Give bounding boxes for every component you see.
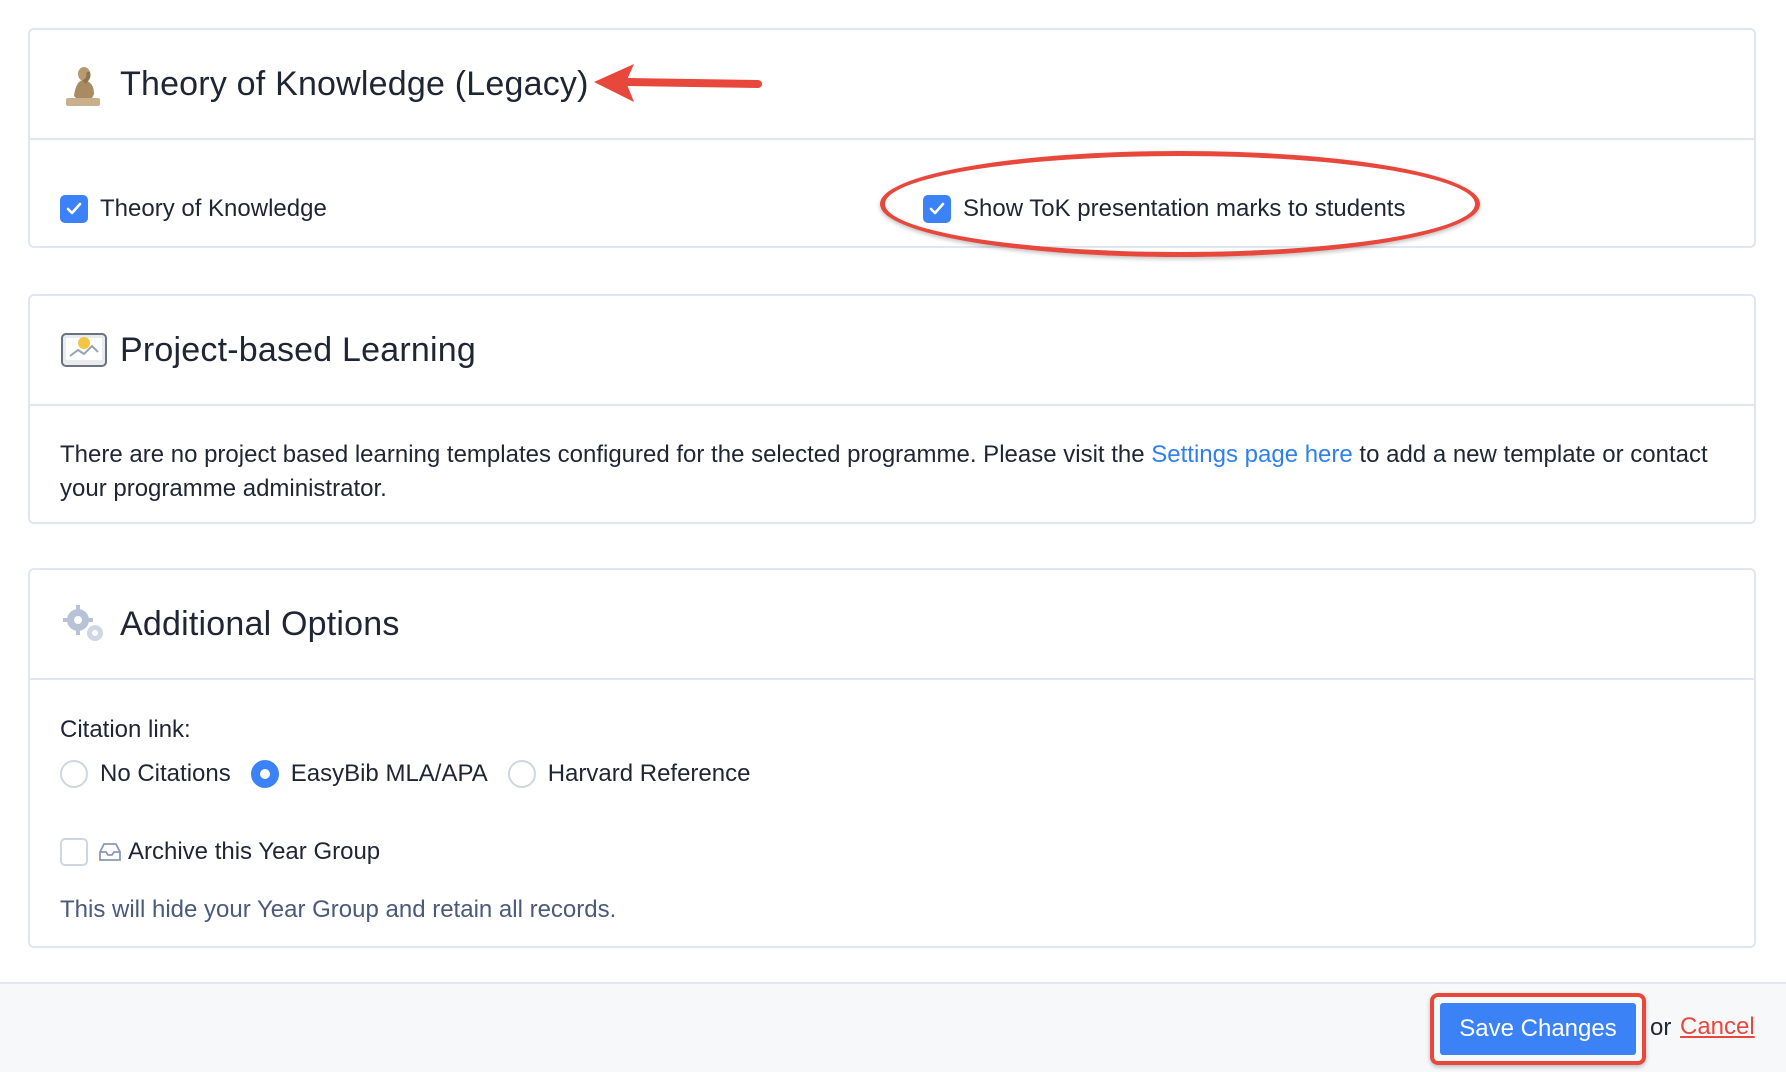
tok-checkbox-label: Theory of Knowledge [100, 195, 327, 222]
tok-panel-header: Theory of Knowledge (Legacy) [30, 30, 1754, 140]
citation-options: No Citations EasyBib MLA/APA Harvard Ref… [60, 760, 750, 788]
annotation-arrow-icon [594, 64, 762, 102]
citation-link-label: Citation link: [60, 716, 191, 743]
cancel-link[interactable]: Cancel [1680, 1013, 1755, 1041]
pbl-panel-header: Project-based Learning [30, 296, 1754, 406]
gears-icon [60, 600, 108, 648]
tok-checkbox-row[interactable]: Theory of Knowledge [60, 195, 327, 223]
save-annotation-box: Save Changes [1430, 993, 1646, 1065]
annotation-ring [880, 151, 1480, 257]
radio-selected-dot [259, 769, 270, 779]
radio-no-citations[interactable] [60, 760, 88, 788]
save-changes-button[interactable]: Save Changes [1440, 1003, 1636, 1055]
thinker-statue-icon [60, 60, 108, 108]
archive-checkbox[interactable] [60, 838, 88, 866]
radio-harvard-label: Harvard Reference [547, 760, 751, 787]
checkmark-icon [66, 202, 82, 215]
additional-options-title: Additional Options [120, 604, 400, 643]
radio-easybib-label: EasyBib MLA/APA [290, 760, 488, 787]
radio-easybib[interactable] [250, 760, 279, 788]
radio-no-citations-label: No Citations [100, 760, 231, 787]
archive-tray-icon [98, 842, 122, 862]
archive-help-text: This will hide your Year Group and retai… [60, 896, 617, 923]
pbl-panel-title: Project-based Learning [120, 330, 476, 369]
additional-options-header: Additional Options [30, 570, 1754, 680]
archive-label: Archive this Year Group [128, 838, 381, 865]
radio-harvard[interactable] [507, 760, 536, 788]
pbl-message-text-before: There are no project based learning temp… [60, 441, 1152, 468]
tok-panel-title: Theory of Knowledge (Legacy) [120, 64, 589, 103]
or-text: or [1650, 1014, 1672, 1041]
pbl-panel: Project-based Learning There are no proj… [28, 294, 1756, 524]
pbl-message: There are no project based learning temp… [60, 438, 1730, 506]
presentation-board-icon [60, 326, 108, 374]
additional-options-panel: Additional Options Citation link: No Cit… [28, 568, 1756, 948]
tok-checkbox[interactable] [60, 195, 88, 223]
archive-row[interactable]: Archive this Year Group [60, 838, 380, 866]
settings-page-link[interactable]: Settings page here [1151, 441, 1352, 468]
